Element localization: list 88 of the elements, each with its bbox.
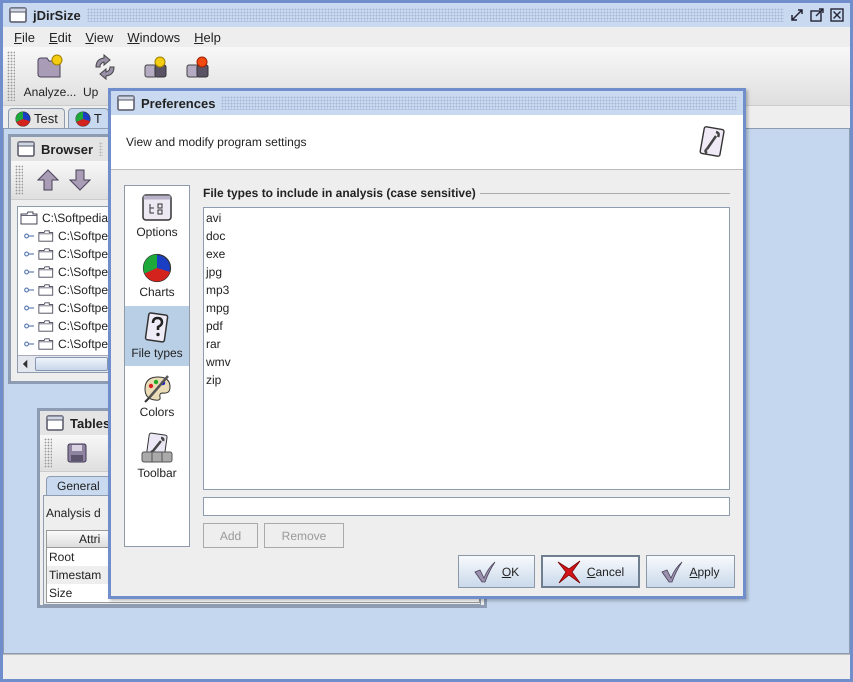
list-item[interactable]: avi [206, 211, 222, 225]
menu-item[interactable]: Windows [120, 30, 188, 44]
menu-item[interactable]: Edit [42, 30, 78, 44]
arrow-up-icon[interactable] [37, 168, 59, 192]
folder-icon [38, 319, 54, 333]
section-title: File types to include in analysis (case sensitive) [203, 186, 476, 200]
toolbar-grip[interactable] [15, 165, 23, 195]
window-icon [117, 95, 135, 111]
category-item[interactable]: Toolbar [125, 426, 189, 486]
folder-icon [20, 211, 38, 225]
list-item[interactable]: zip [206, 373, 222, 387]
cancel-button[interactable]: Cancel [541, 555, 640, 588]
toolbar-button[interactable]: Up [79, 47, 135, 99]
scrollbar[interactable] [18, 355, 108, 372]
folder-icon [38, 301, 54, 315]
folder-icon [38, 283, 54, 297]
expand-handle-icon[interactable] [24, 268, 34, 276]
window-icon [9, 7, 27, 23]
table-cell: Size [49, 586, 72, 600]
column-header[interactable]: Attri [79, 532, 100, 546]
description: View and modify program settings [126, 135, 307, 149]
window-icon [17, 141, 35, 157]
list-item[interactable]: pdf [206, 319, 223, 333]
tab[interactable]: Test [8, 108, 65, 128]
minimize-icon[interactable] [790, 8, 804, 22]
pie-chart-icon [142, 253, 172, 283]
window-panel-icon [141, 193, 173, 223]
scroll-left-icon[interactable] [22, 359, 30, 369]
tree-item[interactable]: C:\Softpe [20, 281, 108, 299]
folder-icon [38, 229, 54, 243]
category-item[interactable]: Options [125, 186, 189, 246]
folder-icon [38, 247, 54, 261]
check-mark-icon [661, 560, 684, 582]
tree-item[interactable]: C:\Softpe [20, 317, 108, 335]
arrow-down-icon[interactable] [69, 168, 91, 192]
close-icon[interactable] [830, 8, 844, 22]
window-icon [46, 415, 64, 431]
folder-icon [38, 265, 54, 279]
check-mark-icon [474, 560, 496, 582]
menu-item[interactable]: Help [187, 30, 228, 44]
frame-title: Tables [70, 416, 110, 430]
frame-title: Browser [41, 142, 94, 156]
table-cell: Root [49, 550, 74, 564]
toolbar-grip[interactable] [44, 438, 52, 468]
ok-button[interactable]: OK [458, 555, 535, 588]
caption: Analysis d [46, 506, 102, 522]
tree-item[interactable]: C:\Softpedia [20, 209, 108, 227]
list-item[interactable]: mp3 [206, 283, 230, 297]
expand-handle-icon[interactable] [24, 232, 34, 240]
apply-button[interactable]: Apply [646, 555, 735, 588]
window-title: jDirSize [33, 8, 81, 22]
menu-item[interactable]: View [78, 30, 120, 44]
tree-item[interactable]: C:\Softpe [20, 335, 108, 353]
category-item[interactable]: Charts [125, 246, 189, 306]
list-item[interactable]: exe [206, 247, 226, 261]
wrench-toolbox-icon [140, 432, 174, 464]
tab[interactable]: General [46, 476, 111, 495]
list-item[interactable]: doc [206, 229, 226, 243]
table-cell: Timestam [49, 568, 102, 582]
tab[interactable]: T [68, 108, 109, 128]
tree-item[interactable]: C:\Softpe [20, 263, 108, 281]
expand-handle-icon[interactable] [24, 286, 34, 294]
dialog-title: Preferences [141, 96, 216, 110]
category-item[interactable]: Colors [125, 366, 189, 426]
category-item[interactable]: File types [125, 306, 189, 366]
input-field[interactable] [203, 497, 730, 516]
toolbar-button[interactable]: Analyze... [21, 47, 79, 99]
file-type-list[interactable]: avi doc exe jpg mp3 mpg pdf rar wmv zip [203, 207, 730, 490]
pie-chart-icon [74, 110, 91, 126]
title-bar-texture [99, 142, 103, 156]
expand-handle-icon[interactable] [24, 250, 34, 258]
expand-handle-icon[interactable] [24, 340, 34, 348]
list-item[interactable]: wmv [206, 355, 231, 369]
list-item[interactable]: rar [206, 337, 221, 351]
list-item[interactable]: jpg [206, 265, 222, 279]
list-item[interactable]: mpg [206, 301, 230, 315]
folder-icon [38, 337, 54, 351]
question-mark-icon [144, 312, 170, 344]
cross-icon [556, 560, 581, 584]
toolbar-grip[interactable] [7, 51, 15, 101]
tree-item[interactable]: C:\Softpe [20, 299, 108, 317]
expand-handle-icon[interactable] [24, 322, 34, 330]
pie-chart-icon [15, 110, 31, 126]
menu-item[interactable]: File [7, 30, 42, 44]
maximize-icon[interactable] [810, 8, 824, 22]
tree-item[interactable]: C:\Softpe [20, 245, 108, 263]
expand-handle-icon[interactable] [24, 304, 34, 312]
tree-item[interactable]: C:\Softpe [20, 227, 108, 245]
